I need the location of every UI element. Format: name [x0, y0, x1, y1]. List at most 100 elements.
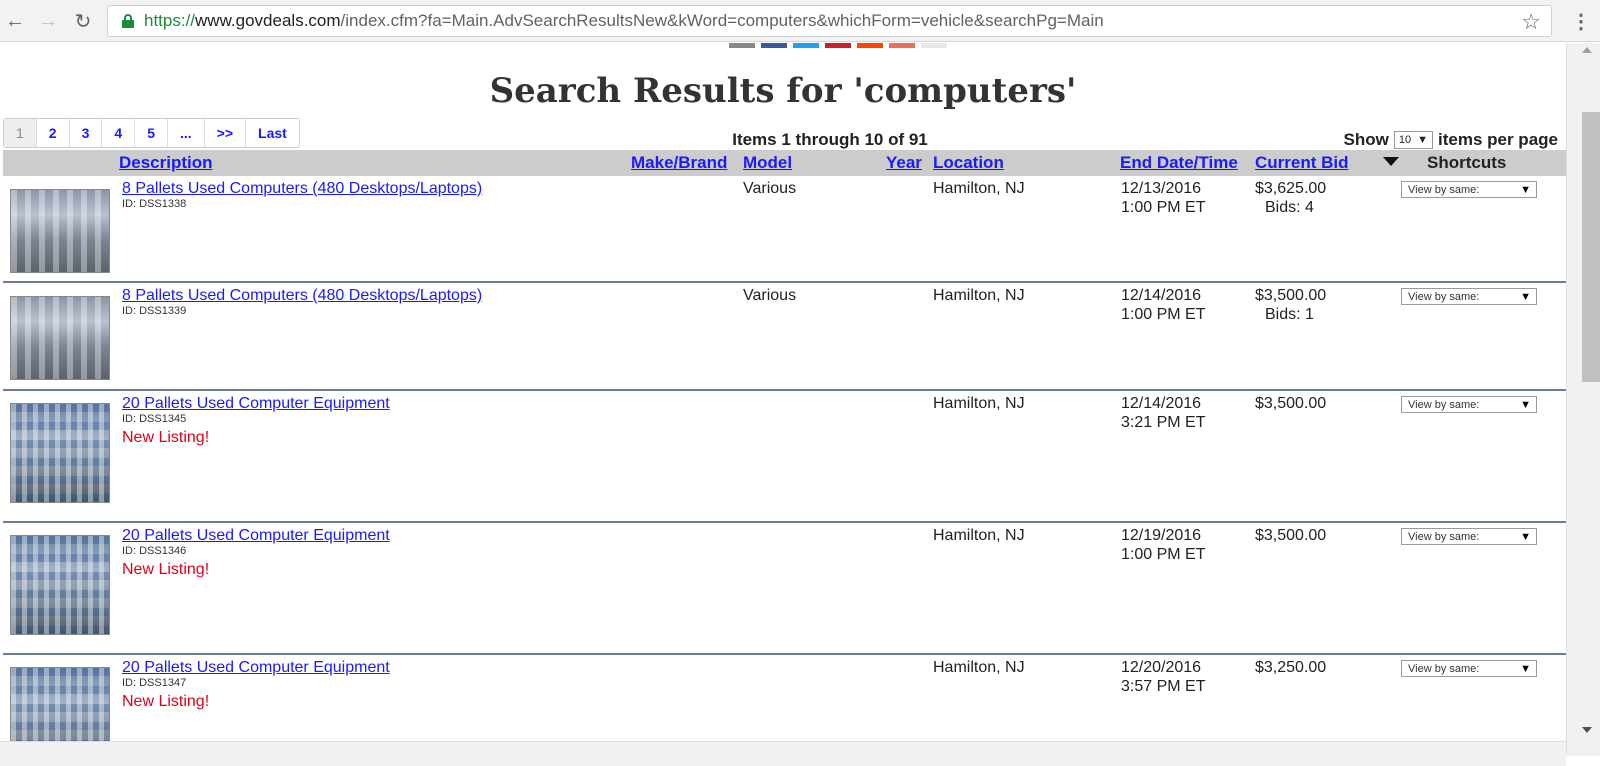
view-by-same-label: View by same: — [1408, 290, 1480, 303]
item-id: ID: DSS1347 — [122, 677, 187, 689]
item-current-bid: $3,500.00 — [1255, 395, 1327, 412]
item-current-bid: $3,625.00 — [1255, 180, 1327, 197]
new-listing-label: New Listing! — [122, 429, 210, 446]
view-by-same-label: View by same: — [1408, 530, 1480, 543]
view-by-same-select[interactable]: View by same: ▼ — [1401, 528, 1537, 545]
page-link[interactable]: 4 — [101, 119, 134, 147]
item-location: Hamilton, NJ — [933, 395, 1025, 412]
item-title-link[interactable]: 20 Pallets Used Computer Equipment — [122, 527, 390, 545]
item-current-bid: $3,250.00 — [1255, 659, 1327, 676]
view-by-same-label: View by same: — [1408, 183, 1480, 196]
item-thumbnail[interactable] — [10, 296, 110, 380]
item-end-time: 1:00 PM ET — [1121, 199, 1206, 216]
page-link[interactable]: ... — [166, 119, 204, 147]
header-current-bid[interactable]: Current Bid — [1255, 153, 1349, 173]
social-share-icon[interactable] — [857, 43, 883, 48]
social-share-icon[interactable] — [921, 43, 947, 48]
forward-arrow-icon[interactable]: → — [35, 8, 61, 34]
item-end-date: 12/20/2016 — [1121, 659, 1202, 676]
page-link[interactable]: 2 — [35, 119, 69, 147]
chevron-down-icon: ▼ — [1520, 183, 1531, 196]
table-header: Description Make/Brand Model Year Locati… — [3, 150, 1566, 176]
social-share-icon[interactable] — [729, 43, 755, 48]
view-by-same-select[interactable]: View by same: ▼ — [1401, 181, 1537, 198]
item-thumbnail[interactable] — [10, 189, 110, 273]
item-location: Hamilton, NJ — [933, 659, 1025, 676]
sort-desc-icon[interactable] — [1383, 157, 1399, 166]
item-thumbnail[interactable] — [10, 535, 110, 635]
item-end-time: 3:21 PM ET — [1121, 414, 1206, 431]
item-location: Hamilton, NJ — [933, 287, 1025, 304]
header-year[interactable]: Year — [886, 153, 922, 173]
reload-icon[interactable]: ↻ — [70, 8, 96, 34]
chevron-down-icon: ▼ — [1520, 662, 1531, 675]
scrollbar-thumb[interactable] — [1582, 112, 1600, 382]
header-end-date-time[interactable]: End Date/Time — [1120, 153, 1238, 173]
item-location: Hamilton, NJ — [933, 527, 1025, 544]
page-link[interactable]: Last — [245, 119, 299, 147]
page-current[interactable]: 1 — [4, 119, 36, 147]
item-title-link[interactable]: 8 Pallets Used Computers (480 Desktops/L… — [122, 180, 482, 198]
item-id: ID: DSS1339 — [122, 305, 187, 317]
item-end-date: 12/19/2016 — [1121, 527, 1202, 544]
item-end-date: 12/13/2016 — [1121, 180, 1202, 197]
social-share-icon[interactable] — [889, 43, 915, 48]
item-location: Hamilton, NJ — [933, 180, 1025, 197]
chevron-down-icon: ▼ — [1417, 134, 1428, 146]
horizontal-scroll-area — [0, 741, 1566, 766]
show-label: Show — [1343, 130, 1389, 149]
browser-toolbar: ← → ↻ https://www.govdeals.com/index.cfm… — [0, 0, 1600, 42]
item-model: Various — [743, 180, 797, 197]
header-shortcuts: Shortcuts — [1427, 153, 1507, 172]
header-make-brand[interactable]: Make/Brand — [631, 153, 727, 173]
address-bar[interactable]: https://www.govdeals.com/index.cfm?fa=Ma… — [107, 5, 1552, 37]
table-row: 20 Pallets Used Computer Equipment ID: D… — [3, 523, 1566, 655]
header-location[interactable]: Location — [933, 153, 1004, 173]
social-share-icon[interactable] — [761, 43, 787, 48]
item-thumbnail[interactable] — [10, 403, 110, 503]
item-id: ID: DSS1345 — [122, 413, 187, 425]
social-share-icon[interactable] — [793, 43, 819, 48]
scroll-up-icon[interactable] — [1582, 47, 1592, 53]
new-listing-label: New Listing! — [122, 561, 210, 578]
table-row: 8 Pallets Used Computers (480 Desktops/L… — [3, 283, 1566, 391]
page-title: Search Results for 'computers' — [489, 71, 1077, 111]
url-host: www.govdeals.com — [195, 11, 341, 30]
item-end-date: 12/14/2016 — [1121, 395, 1202, 412]
item-end-time: 1:00 PM ET — [1121, 546, 1206, 563]
item-end-time: 3:57 PM ET — [1121, 678, 1206, 695]
item-title-link[interactable]: 20 Pallets Used Computer Equipment — [122, 395, 390, 413]
scroll-down-icon[interactable] — [1582, 727, 1592, 733]
view-by-same-select[interactable]: View by same: ▼ — [1401, 660, 1537, 677]
items-per-page-label: items per page — [1438, 130, 1558, 149]
page-link[interactable]: >> — [203, 119, 245, 147]
browser-menu-icon[interactable]: ⋮ — [1571, 9, 1591, 34]
per-page-select[interactable]: 10 ▼ — [1393, 131, 1433, 149]
view-by-same-select[interactable]: View by same: ▼ — [1401, 288, 1537, 305]
lock-icon — [122, 14, 134, 28]
item-title-link[interactable]: 20 Pallets Used Computer Equipment — [122, 659, 390, 677]
back-arrow-icon[interactable]: ← — [2, 8, 28, 34]
item-bid-count: Bids: 1 — [1265, 306, 1314, 323]
url-scheme: https:// — [144, 11, 196, 30]
table-row: 8 Pallets Used Computers (480 Desktops/L… — [3, 176, 1566, 283]
chevron-down-icon: ▼ — [1520, 398, 1531, 411]
social-share-icon[interactable] — [825, 43, 851, 48]
per-page-control: Show 10 ▼ items per page — [1344, 130, 1558, 150]
item-title-link[interactable]: 8 Pallets Used Computers (480 Desktops/L… — [122, 287, 482, 305]
view-by-same-select[interactable]: View by same: ▼ — [1401, 396, 1537, 413]
items-count: Items 1 through 10 of 91 — [732, 130, 928, 149]
chevron-down-icon: ▼ — [1520, 290, 1531, 303]
header-model[interactable]: Model — [743, 153, 792, 173]
view-by-same-label: View by same: — [1408, 398, 1480, 411]
item-model: Various — [743, 287, 797, 304]
header-description[interactable]: Description — [119, 153, 213, 173]
page-link[interactable]: 3 — [68, 119, 102, 147]
item-current-bid: $3,500.00 — [1255, 527, 1327, 544]
item-current-bid: $3,500.00 — [1255, 287, 1327, 304]
view-by-same-label: View by same: — [1408, 662, 1480, 675]
social-share-strip — [729, 43, 947, 48]
bookmark-star-icon[interactable]: ☆ — [1521, 9, 1541, 35]
item-end-time: 1:00 PM ET — [1121, 306, 1206, 323]
page-link[interactable]: 5 — [134, 119, 167, 147]
